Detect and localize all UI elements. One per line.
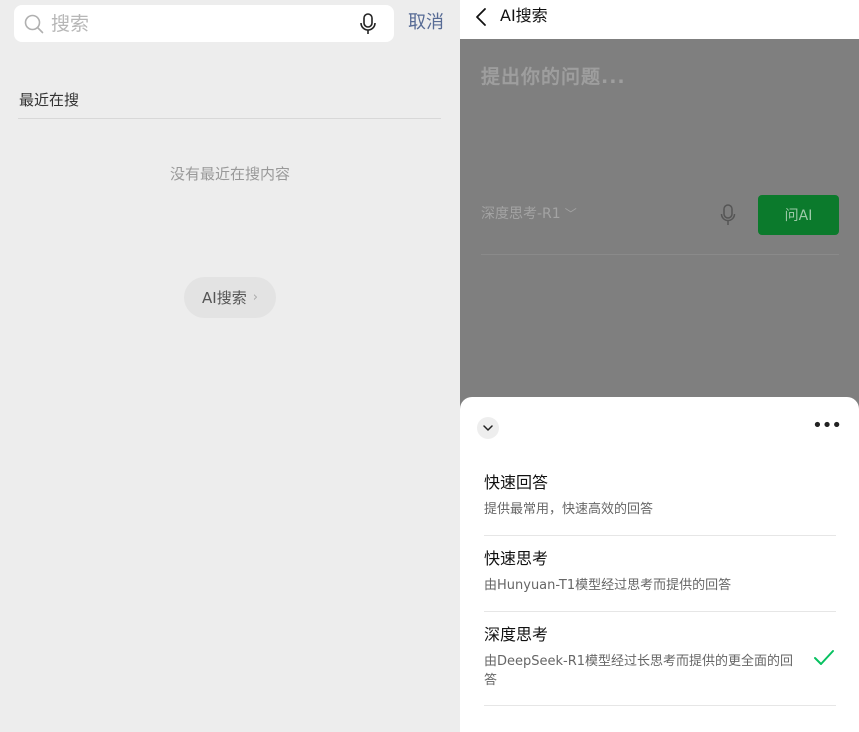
divider: [18, 118, 441, 119]
header: AI搜索: [460, 0, 859, 39]
checkmark-icon: [813, 649, 835, 667]
chevron-down-icon: ﹀: [565, 207, 577, 221]
option-quick-answer[interactable]: 快速回答 提供最常用，快速高效的回答: [484, 472, 836, 519]
recent-searches-title: 最近在搜: [19, 90, 79, 110]
option-name: 快速回答: [484, 472, 836, 494]
option-description: 由Hunyuan-T1模型经过思考而提供的回答: [484, 576, 804, 595]
microphone-icon[interactable]: [720, 204, 736, 226]
model-label: 深度思考-R1: [481, 206, 561, 222]
search-placeholder: 搜索: [51, 13, 89, 35]
model-options-sheet: ••• 快速回答 提供最常用，快速高效的回答 快速思考 由Hunyuan-T1模…: [460, 397, 859, 732]
divider: [481, 254, 839, 255]
search-page: 搜索 取消 最近在搜 没有最近在搜内容 AI搜索 ›: [0, 0, 460, 732]
question-input[interactable]: 提出你的问题...: [481, 65, 626, 89]
option-name: 快速思考: [484, 548, 836, 570]
empty-recent-text: 没有最近在搜内容: [0, 164, 460, 184]
option-description: 由DeepSeek-R1模型经过长思考而提供的更全面的回答: [484, 652, 804, 690]
ai-search-button[interactable]: AI搜索 ›: [184, 277, 276, 318]
search-icon: [24, 14, 44, 34]
chevron-right-icon: ›: [253, 290, 258, 305]
search-input[interactable]: 搜索: [14, 5, 394, 42]
more-icon[interactable]: •••: [812, 419, 841, 433]
cancel-button[interactable]: 取消: [408, 12, 444, 34]
chevron-down-icon: [483, 425, 493, 432]
page-title: AI搜索: [500, 5, 548, 27]
ai-search-label: AI搜索: [202, 287, 247, 308]
option-deep-thinking[interactable]: 深度思考 由DeepSeek-R1模型经过长思考而提供的更全面的回答: [484, 624, 836, 690]
microphone-icon[interactable]: [358, 13, 378, 35]
divider: [484, 705, 836, 706]
divider: [484, 535, 836, 536]
collapse-button[interactable]: [477, 417, 499, 439]
divider: [484, 611, 836, 612]
ask-ai-button[interactable]: 问AI: [758, 195, 839, 235]
option-description: 提供最常用，快速高效的回答: [484, 500, 804, 519]
back-arrow-icon[interactable]: [474, 7, 488, 27]
ai-search-page: AI搜索 提出你的问题... 深度思考-R1 ﹀ 问AI ••• 快速回答 提供最…: [460, 0, 859, 732]
option-quick-thinking[interactable]: 快速思考 由Hunyuan-T1模型经过思考而提供的回答: [484, 548, 836, 595]
option-name: 深度思考: [484, 624, 836, 646]
model-selector[interactable]: 深度思考-R1 ﹀: [481, 205, 577, 223]
